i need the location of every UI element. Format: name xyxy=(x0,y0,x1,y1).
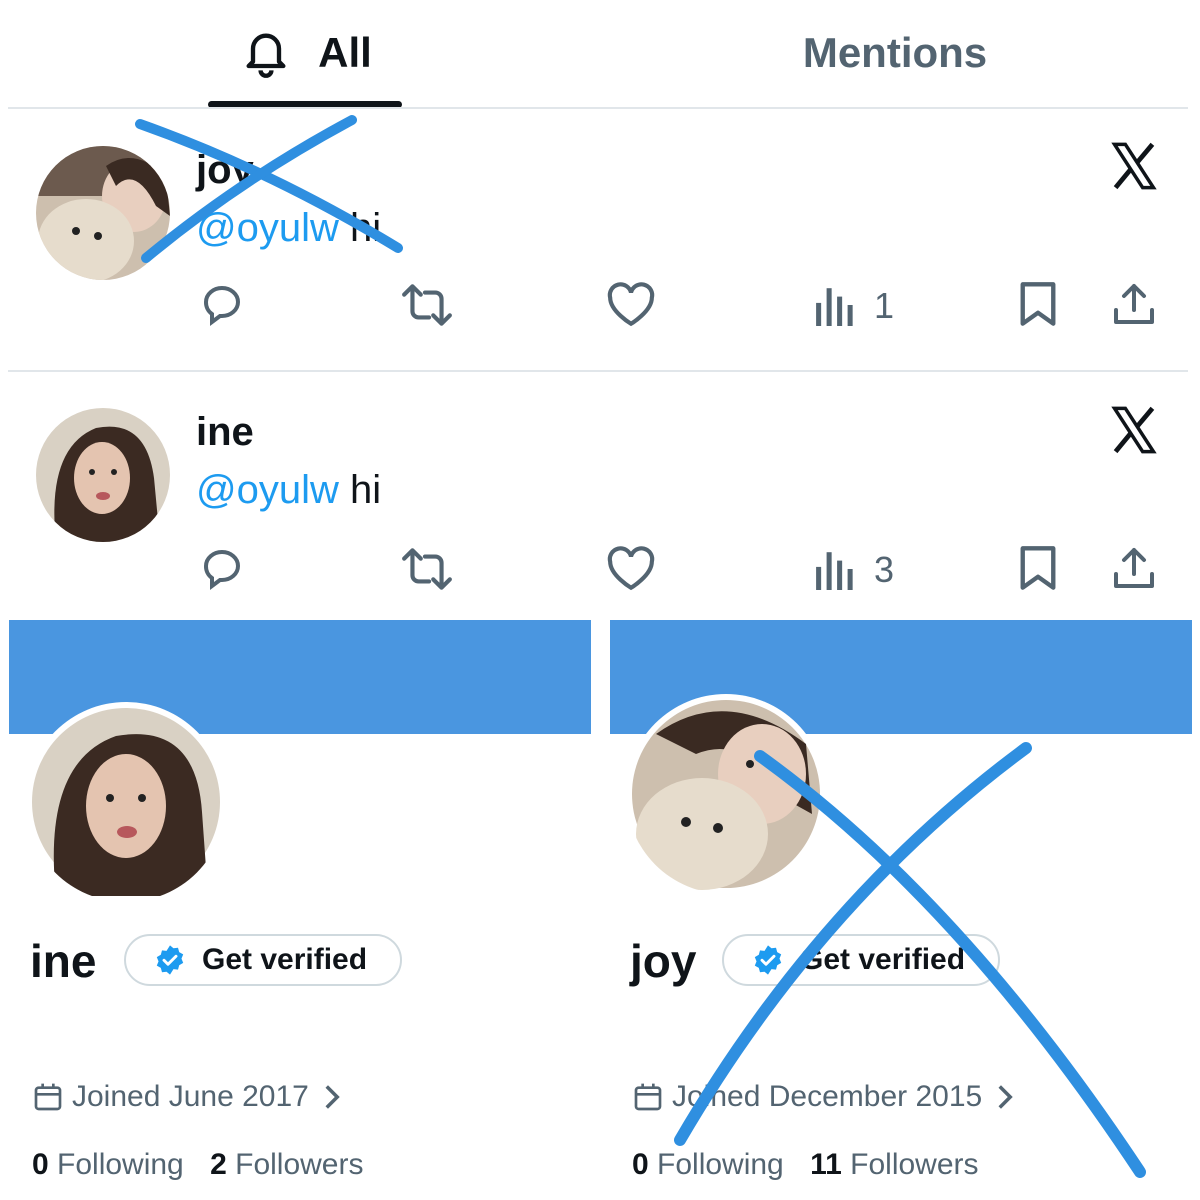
following-link[interactable]: 0 Following xyxy=(632,1148,784,1181)
follow-stats: 0 Following 11 Followers xyxy=(632,1148,979,1182)
mention-link[interactable]: @oyulw xyxy=(196,206,339,250)
retweet-icon[interactable] xyxy=(400,282,454,333)
followers-count: 11 xyxy=(810,1148,842,1181)
chevron-right-icon xyxy=(321,1083,343,1111)
following-count: 0 xyxy=(632,1148,649,1181)
following-label: Following xyxy=(48,1148,184,1181)
get-verified-label: Get verified xyxy=(202,943,368,976)
followers-label: Followers xyxy=(226,1148,364,1181)
followers-link[interactable]: 2 Followers xyxy=(210,1148,363,1181)
following-label: Following xyxy=(648,1148,784,1181)
get-verified-label: Get verified xyxy=(800,943,966,976)
notification-text: @oyulw hi xyxy=(196,206,381,251)
tab-mentions-label: Mentions xyxy=(802,29,988,76)
follow-stats: 0 Following 2 Followers xyxy=(32,1148,363,1182)
share-icon[interactable] xyxy=(1110,544,1158,597)
joined-label: Joined December 2015 xyxy=(672,1080,983,1113)
cross-out-marks xyxy=(135,115,1146,1178)
joined-date[interactable]: Joined June 2017 xyxy=(32,1080,343,1114)
bell-icon xyxy=(240,27,292,79)
calendar-icon xyxy=(32,1081,64,1113)
profile-avatar[interactable] xyxy=(26,702,226,902)
get-verified-button[interactable]: Get verified xyxy=(722,934,1000,986)
joined-date[interactable]: Joined December 2015 xyxy=(632,1080,1016,1114)
views-icon[interactable] xyxy=(814,548,856,595)
divider xyxy=(8,370,1188,372)
verified-badge-icon xyxy=(752,944,784,976)
followers-label: Followers xyxy=(841,1148,979,1181)
following-link[interactable]: 0 Following xyxy=(32,1148,184,1181)
x-logo-icon xyxy=(1108,140,1160,197)
x-logo-icon xyxy=(1108,404,1160,461)
retweet-icon[interactable] xyxy=(400,546,454,597)
chevron-right-icon xyxy=(994,1083,1016,1111)
followers-link[interactable]: 11 Followers xyxy=(810,1148,978,1181)
notification-message: hi xyxy=(338,468,382,512)
reply-icon[interactable] xyxy=(198,280,246,333)
notification-author-name[interactable]: ine xyxy=(196,410,254,455)
profile-name: joy xyxy=(630,935,697,987)
profile-avatar[interactable] xyxy=(626,694,826,894)
get-verified-button[interactable]: Get verified xyxy=(124,934,402,986)
views-icon[interactable] xyxy=(814,284,856,331)
bookmark-icon[interactable] xyxy=(1016,544,1060,597)
notification-message: hi xyxy=(338,206,382,250)
divider xyxy=(8,107,1188,109)
tab-mentions[interactable]: Mentions xyxy=(760,0,1030,106)
bookmark-icon[interactable] xyxy=(1016,280,1060,333)
following-count: 0 xyxy=(32,1148,49,1181)
followers-count: 2 xyxy=(210,1148,227,1181)
tab-all-label: All xyxy=(318,29,372,76)
views-count: 1 xyxy=(874,285,895,326)
like-icon[interactable] xyxy=(606,546,656,597)
notification-author-name[interactable]: joy xyxy=(196,148,254,193)
calendar-icon xyxy=(632,1081,664,1113)
mention-link[interactable]: @oyulw xyxy=(196,468,339,512)
joined-label: Joined June 2017 xyxy=(72,1080,309,1113)
profile-name: ine xyxy=(30,935,97,987)
verified-badge-icon xyxy=(154,944,186,976)
tab-all[interactable]: All xyxy=(210,0,402,106)
avatar[interactable] xyxy=(36,146,170,280)
notification-text: @oyulw hi xyxy=(196,468,381,513)
avatar[interactable] xyxy=(36,408,170,542)
views-count: 3 xyxy=(874,549,895,590)
like-icon[interactable] xyxy=(606,282,656,333)
reply-icon[interactable] xyxy=(198,544,246,597)
share-icon[interactable] xyxy=(1110,280,1158,333)
